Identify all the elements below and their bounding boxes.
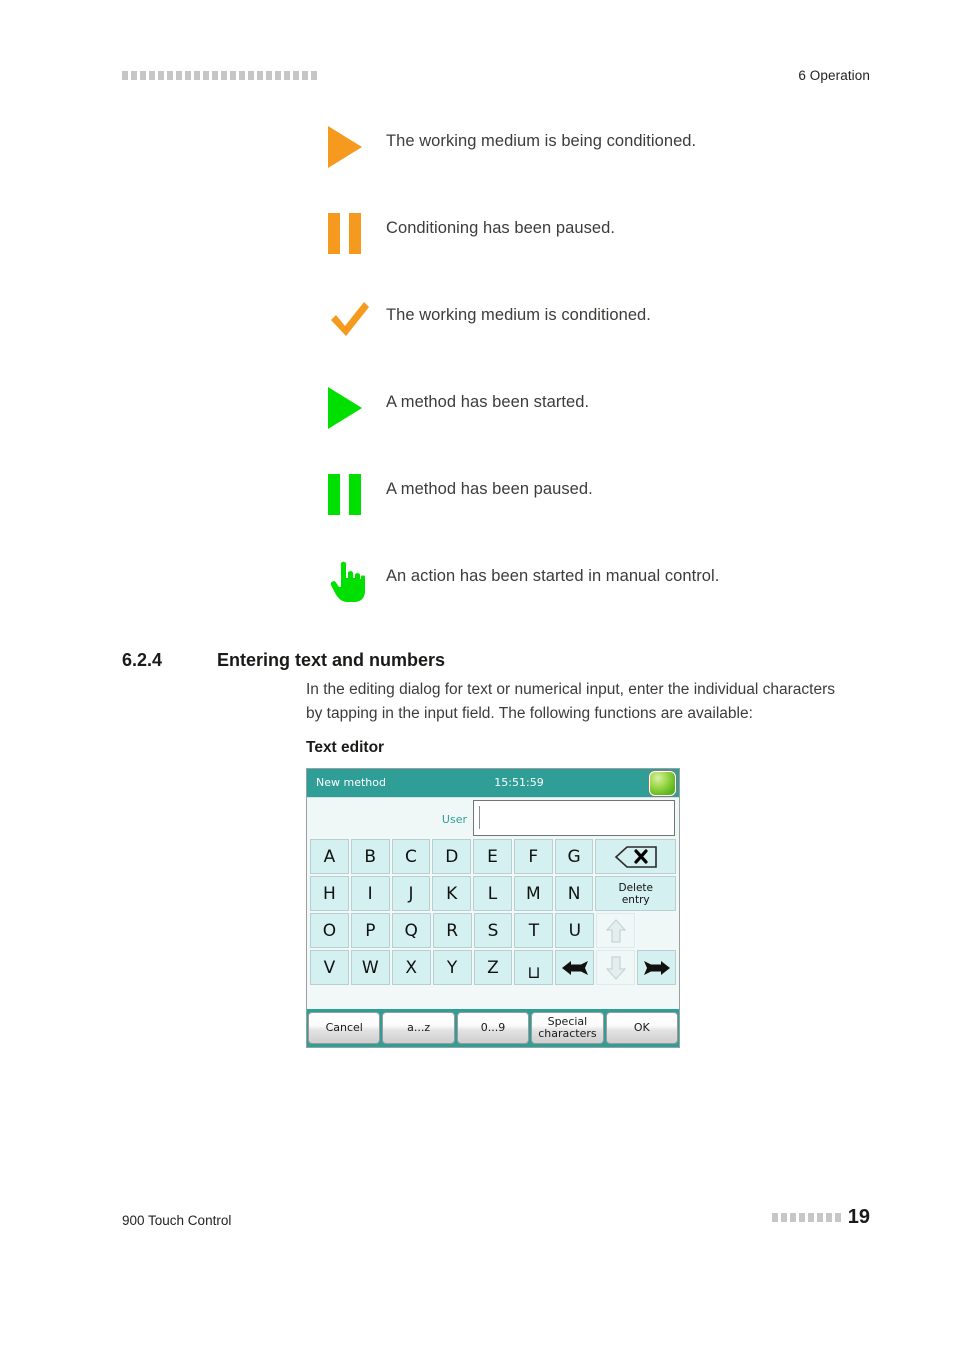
key-e[interactable]: E	[473, 839, 512, 874]
pointing-hand-icon	[328, 553, 380, 609]
play-triangle-icon	[328, 118, 380, 174]
device-titlebar: New method 15:51:59	[307, 769, 679, 798]
device-clock: 15:51:59	[494, 776, 544, 789]
play-triangle-icon	[328, 379, 380, 435]
pause-bars-icon	[328, 205, 380, 261]
key-q[interactable]: Q	[391, 913, 431, 948]
key-h[interactable]: H	[310, 876, 349, 911]
legend-item-label: The working medium is being conditioned.	[386, 132, 697, 150]
key-d[interactable]: D	[432, 839, 472, 874]
user-input-field[interactable]	[473, 800, 675, 836]
key-p[interactable]: P	[350, 913, 390, 948]
delete-entry-label-line2: entry	[621, 893, 650, 906]
keypad-row-3: O P Q R S T U	[310, 913, 677, 948]
key-m[interactable]: M	[513, 876, 553, 911]
delete-entry-button[interactable]: Delete entry	[595, 876, 676, 911]
key-z[interactable]: Z	[473, 950, 513, 985]
key-s[interactable]: S	[473, 913, 513, 948]
special-characters-label-line2: characters	[538, 1027, 597, 1040]
arrow-up-icon[interactable]	[596, 913, 636, 948]
user-field-label: User	[441, 813, 467, 826]
key-t[interactable]: T	[514, 913, 554, 948]
legend-item: A method has been paused.	[0, 466, 954, 553]
pause-bars-icon	[328, 466, 380, 522]
lowercase-mode-button[interactable]: a...z	[382, 1012, 455, 1044]
ok-button[interactable]: OK	[605, 1012, 679, 1044]
arrow-down-icon[interactable]	[596, 950, 636, 985]
key-b[interactable]: B	[350, 839, 390, 874]
key-o[interactable]: O	[310, 913, 349, 948]
key-a[interactable]: A	[310, 839, 349, 874]
key-f[interactable]: F	[513, 839, 553, 874]
arrow-right-icon[interactable]	[637, 950, 677, 985]
section-number: 6.2.4	[122, 650, 163, 670]
key-y[interactable]: Y	[432, 950, 472, 985]
legend-item: An action has been started in manual con…	[0, 553, 954, 640]
key-i[interactable]: I	[350, 876, 390, 911]
legend-item: The working medium is conditioned.	[0, 292, 954, 379]
green-status-led[interactable]	[649, 771, 676, 796]
backspace-icon[interactable]	[595, 839, 676, 874]
cancel-button[interactable]: Cancel	[308, 1012, 381, 1044]
input-area: User	[307, 798, 679, 838]
legend-item-label: A method has been started.	[386, 393, 590, 411]
keypad-row-2: H I J K L M N Delete entry	[310, 876, 676, 911]
key-v[interactable]: V	[310, 950, 349, 985]
delete-entry-label-line1: Delete	[618, 881, 653, 894]
keypad-row-4: V W X Y Z ⊔	[310, 950, 677, 985]
legend-item-label: Conditioning has been paused.	[386, 219, 615, 237]
footer-product-title: 900 Touch Control	[122, 1213, 232, 1228]
legend-item: A method has been started.	[0, 379, 954, 466]
legend-item-label: An action has been started in manual con…	[386, 567, 720, 585]
header-chapter-label: 6 Operation	[798, 68, 870, 83]
keypad: A B C D E F G H I J K L M N Delete entry…	[310, 839, 677, 987]
key-g[interactable]: G	[554, 839, 594, 874]
footer-decoration-squares	[771, 1212, 841, 1222]
checkmark-icon	[328, 292, 380, 348]
text-editor-screenshot: New method 15:51:59 User A B C D E F G H…	[306, 768, 680, 1048]
special-characters-button[interactable]: Special characters	[531, 1012, 604, 1044]
key-x[interactable]: X	[391, 950, 431, 985]
icon-legend-list: The working medium is being conditioned.…	[0, 118, 954, 640]
header-decoration-squares	[122, 71, 317, 80]
key-u[interactable]: U	[555, 913, 595, 948]
key-c[interactable]: C	[391, 839, 431, 874]
key-k[interactable]: K	[432, 876, 472, 911]
key-r[interactable]: R	[432, 913, 472, 948]
legend-item: The working medium is being conditioned.	[0, 118, 954, 205]
key-l[interactable]: L	[473, 876, 512, 911]
subheading-text-editor: Text editor	[306, 739, 385, 756]
key-j[interactable]: J	[391, 876, 431, 911]
page-header: 6 Operation	[0, 0, 954, 100]
section-title: Entering text and numbers	[217, 650, 446, 670]
legend-item: Conditioning has been paused.	[0, 205, 954, 292]
arrow-left-icon[interactable]	[555, 950, 595, 985]
keypad-row-1: A B C D E F G	[310, 839, 676, 874]
legend-item-label: A method has been paused.	[386, 480, 593, 498]
keypad-spacer	[637, 913, 677, 948]
key-n[interactable]: N	[554, 876, 594, 911]
legend-item-label: The working medium is conditioned.	[386, 306, 651, 324]
text-caret	[479, 806, 480, 829]
section-paragraph: In the editing dialog for text or numeri…	[306, 681, 836, 722]
key-w[interactable]: W	[350, 950, 390, 985]
device-button-bar: Cancel a...z 0...9 Special characters OK	[307, 1009, 679, 1047]
page-number: 19	[847, 1206, 870, 1228]
numbers-mode-button[interactable]: 0...9	[456, 1012, 530, 1044]
footer-page-group: 19	[771, 1206, 870, 1228]
space-key[interactable]: ⊔	[514, 950, 554, 985]
